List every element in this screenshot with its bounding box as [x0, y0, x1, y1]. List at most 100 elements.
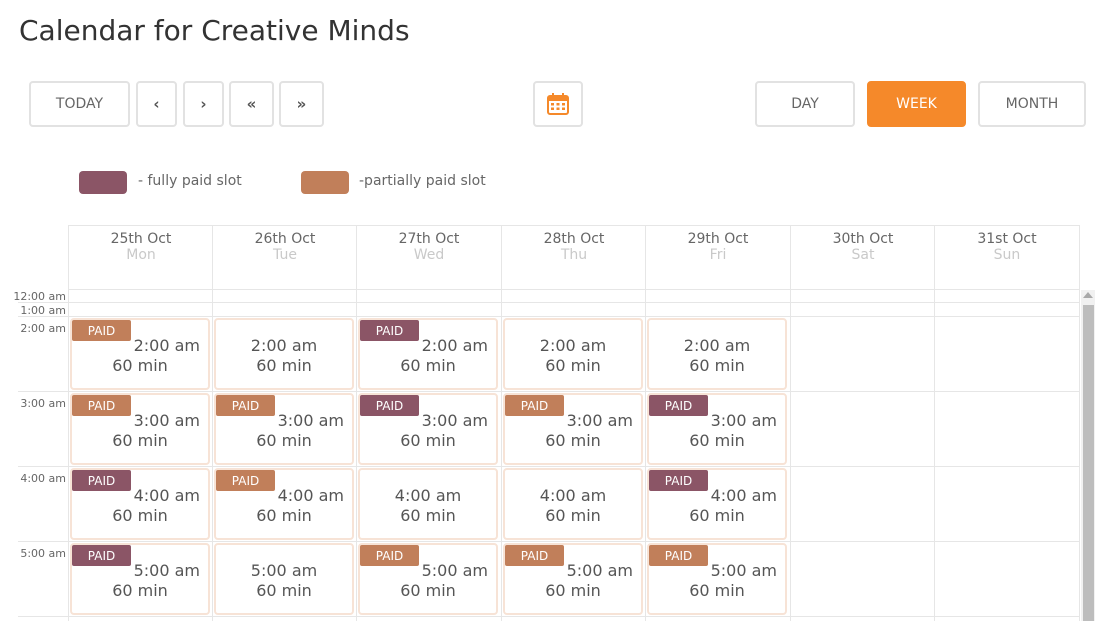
time-label: 3:00 am	[20, 397, 66, 410]
time-slot[interactable]: 4:00 am 60 min	[503, 468, 643, 540]
time-slot[interactable]: PAID 5:00 am 60 min	[358, 543, 498, 615]
paid-badge: PAID	[360, 320, 419, 341]
time-slot[interactable]: 2:00 am 60 min	[214, 318, 354, 390]
slot-time: 5:00 am	[421, 561, 488, 580]
grid-column-line	[1079, 289, 1080, 621]
calendar-picker-button[interactable]	[533, 81, 583, 127]
day-header: 27th Oct Wed	[356, 225, 501, 289]
day-header-weekday: Tue	[273, 247, 297, 263]
slot-duration: 60 min	[689, 356, 745, 375]
paid-badge: PAID	[505, 395, 564, 416]
view-month-button[interactable]: MONTH	[978, 81, 1086, 127]
grid-row-line	[18, 302, 1079, 303]
time-slot[interactable]: PAID 2:00 am 60 min	[70, 318, 210, 390]
time-slot[interactable]: PAID 5:00 am 60 min	[503, 543, 643, 615]
scroll-up-arrow-icon[interactable]	[1083, 292, 1093, 298]
day-header: 29th Oct Fri	[645, 225, 790, 289]
paid-badge: PAID	[360, 545, 419, 566]
prev-button[interactable]: ‹	[136, 81, 177, 127]
day-header-date: 28th Oct	[543, 231, 605, 247]
day-header: 26th Oct Tue	[212, 225, 357, 289]
slot-time: 5:00 am	[566, 561, 633, 580]
day-header: 31st Oct Sun	[934, 225, 1080, 289]
grid-row-line	[18, 316, 1079, 317]
slot-duration: 60 min	[400, 356, 456, 375]
slot-time: 2:00 am	[133, 336, 200, 355]
scrollbar-thumb[interactable]	[1083, 305, 1094, 621]
time-slot[interactable]: PAID 4:00 am 60 min	[70, 468, 210, 540]
time-slot[interactable]: PAID 3:00 am 60 min	[503, 393, 643, 465]
slot-time: 3:00 am	[566, 411, 633, 430]
legend-label-partially-paid: -partially paid slot	[359, 173, 486, 189]
slot-time: 3:00 am	[133, 411, 200, 430]
day-header-date: 31st Oct	[977, 231, 1037, 247]
slot-time: 4:00 am	[394, 486, 462, 505]
slot-duration: 60 min	[112, 431, 168, 450]
slot-duration: 60 min	[545, 506, 601, 525]
day-header-date: 30th Oct	[832, 231, 894, 247]
next-button[interactable]: ›	[183, 81, 224, 127]
slot-time: 2:00 am	[250, 336, 318, 355]
slot-duration: 60 min	[112, 356, 168, 375]
paid-badge: PAID	[72, 320, 131, 341]
slot-duration: 60 min	[545, 581, 601, 600]
slot-duration: 60 min	[545, 431, 601, 450]
paid-badge: PAID	[72, 395, 131, 416]
slot-duration: 60 min	[545, 356, 601, 375]
grid-row-line	[68, 289, 1079, 290]
time-label: 2:00 am	[20, 322, 66, 335]
view-week-button[interactable]: WEEK	[867, 81, 966, 127]
paid-badge: PAID	[505, 545, 564, 566]
page-title: Calendar for Creative Minds	[19, 14, 410, 47]
time-slot[interactable]: 5:00 am 60 min	[214, 543, 354, 615]
today-button[interactable]: TODAY	[29, 81, 130, 127]
grid-row-line	[18, 616, 1079, 617]
time-slot[interactable]: PAID 4:00 am 60 min	[214, 468, 354, 540]
day-header-weekday: Sat	[851, 247, 875, 263]
view-day-button[interactable]: DAY	[755, 81, 855, 127]
time-slot[interactable]: PAID 4:00 am 60 min	[647, 468, 787, 540]
grid-column-line	[68, 289, 69, 621]
time-slot[interactable]: 2:00 am 60 min	[647, 318, 787, 390]
grid-column-line	[356, 289, 357, 621]
day-header-weekday: Thu	[560, 247, 588, 263]
time-slot[interactable]: PAID 3:00 am 60 min	[358, 393, 498, 465]
time-slot[interactable]: PAID 5:00 am 60 min	[647, 543, 787, 615]
day-header-date: 25th Oct	[110, 231, 172, 247]
day-header: 25th Oct Mon	[68, 225, 213, 289]
slot-duration: 60 min	[400, 581, 456, 600]
day-header-date: 26th Oct	[254, 231, 316, 247]
slot-duration: 60 min	[400, 431, 456, 450]
next-fast-button[interactable]: »	[279, 81, 324, 127]
time-slot[interactable]: PAID 3:00 am 60 min	[70, 393, 210, 465]
slot-time: 5:00 am	[133, 561, 200, 580]
day-header: 30th Oct Sat	[790, 225, 935, 289]
paid-badge: PAID	[360, 395, 419, 416]
grid-column-line	[790, 289, 791, 621]
slot-time: 4:00 am	[710, 486, 777, 505]
time-slot[interactable]: 4:00 am 60 min	[358, 468, 498, 540]
slot-time: 5:00 am	[710, 561, 777, 580]
time-slot[interactable]: PAID 2:00 am 60 min	[358, 318, 498, 390]
time-slot[interactable]: 2:00 am 60 min	[503, 318, 643, 390]
day-header-date: 27th Oct	[398, 231, 460, 247]
time-label: 4:00 am	[20, 472, 66, 485]
calendar-icon	[547, 93, 569, 115]
slot-time: 3:00 am	[710, 411, 777, 430]
time-slot[interactable]: PAID 3:00 am 60 min	[214, 393, 354, 465]
grid-row-line	[18, 391, 1079, 392]
paid-badge: PAID	[649, 470, 708, 491]
legend-swatch-partially-paid	[301, 171, 349, 194]
time-slot[interactable]: PAID 5:00 am 60 min	[70, 543, 210, 615]
day-header-date: 29th Oct	[687, 231, 749, 247]
slot-time: 2:00 am	[683, 336, 751, 355]
grid-column-line	[934, 289, 935, 621]
slot-duration: 60 min	[256, 431, 312, 450]
time-slot[interactable]: PAID 3:00 am 60 min	[647, 393, 787, 465]
prev-fast-button[interactable]: «	[229, 81, 274, 127]
paid-badge: PAID	[649, 395, 708, 416]
slot-time: 5:00 am	[250, 561, 318, 580]
paid-badge: PAID	[72, 470, 131, 491]
slot-duration: 60 min	[689, 506, 745, 525]
paid-badge: PAID	[72, 545, 131, 566]
